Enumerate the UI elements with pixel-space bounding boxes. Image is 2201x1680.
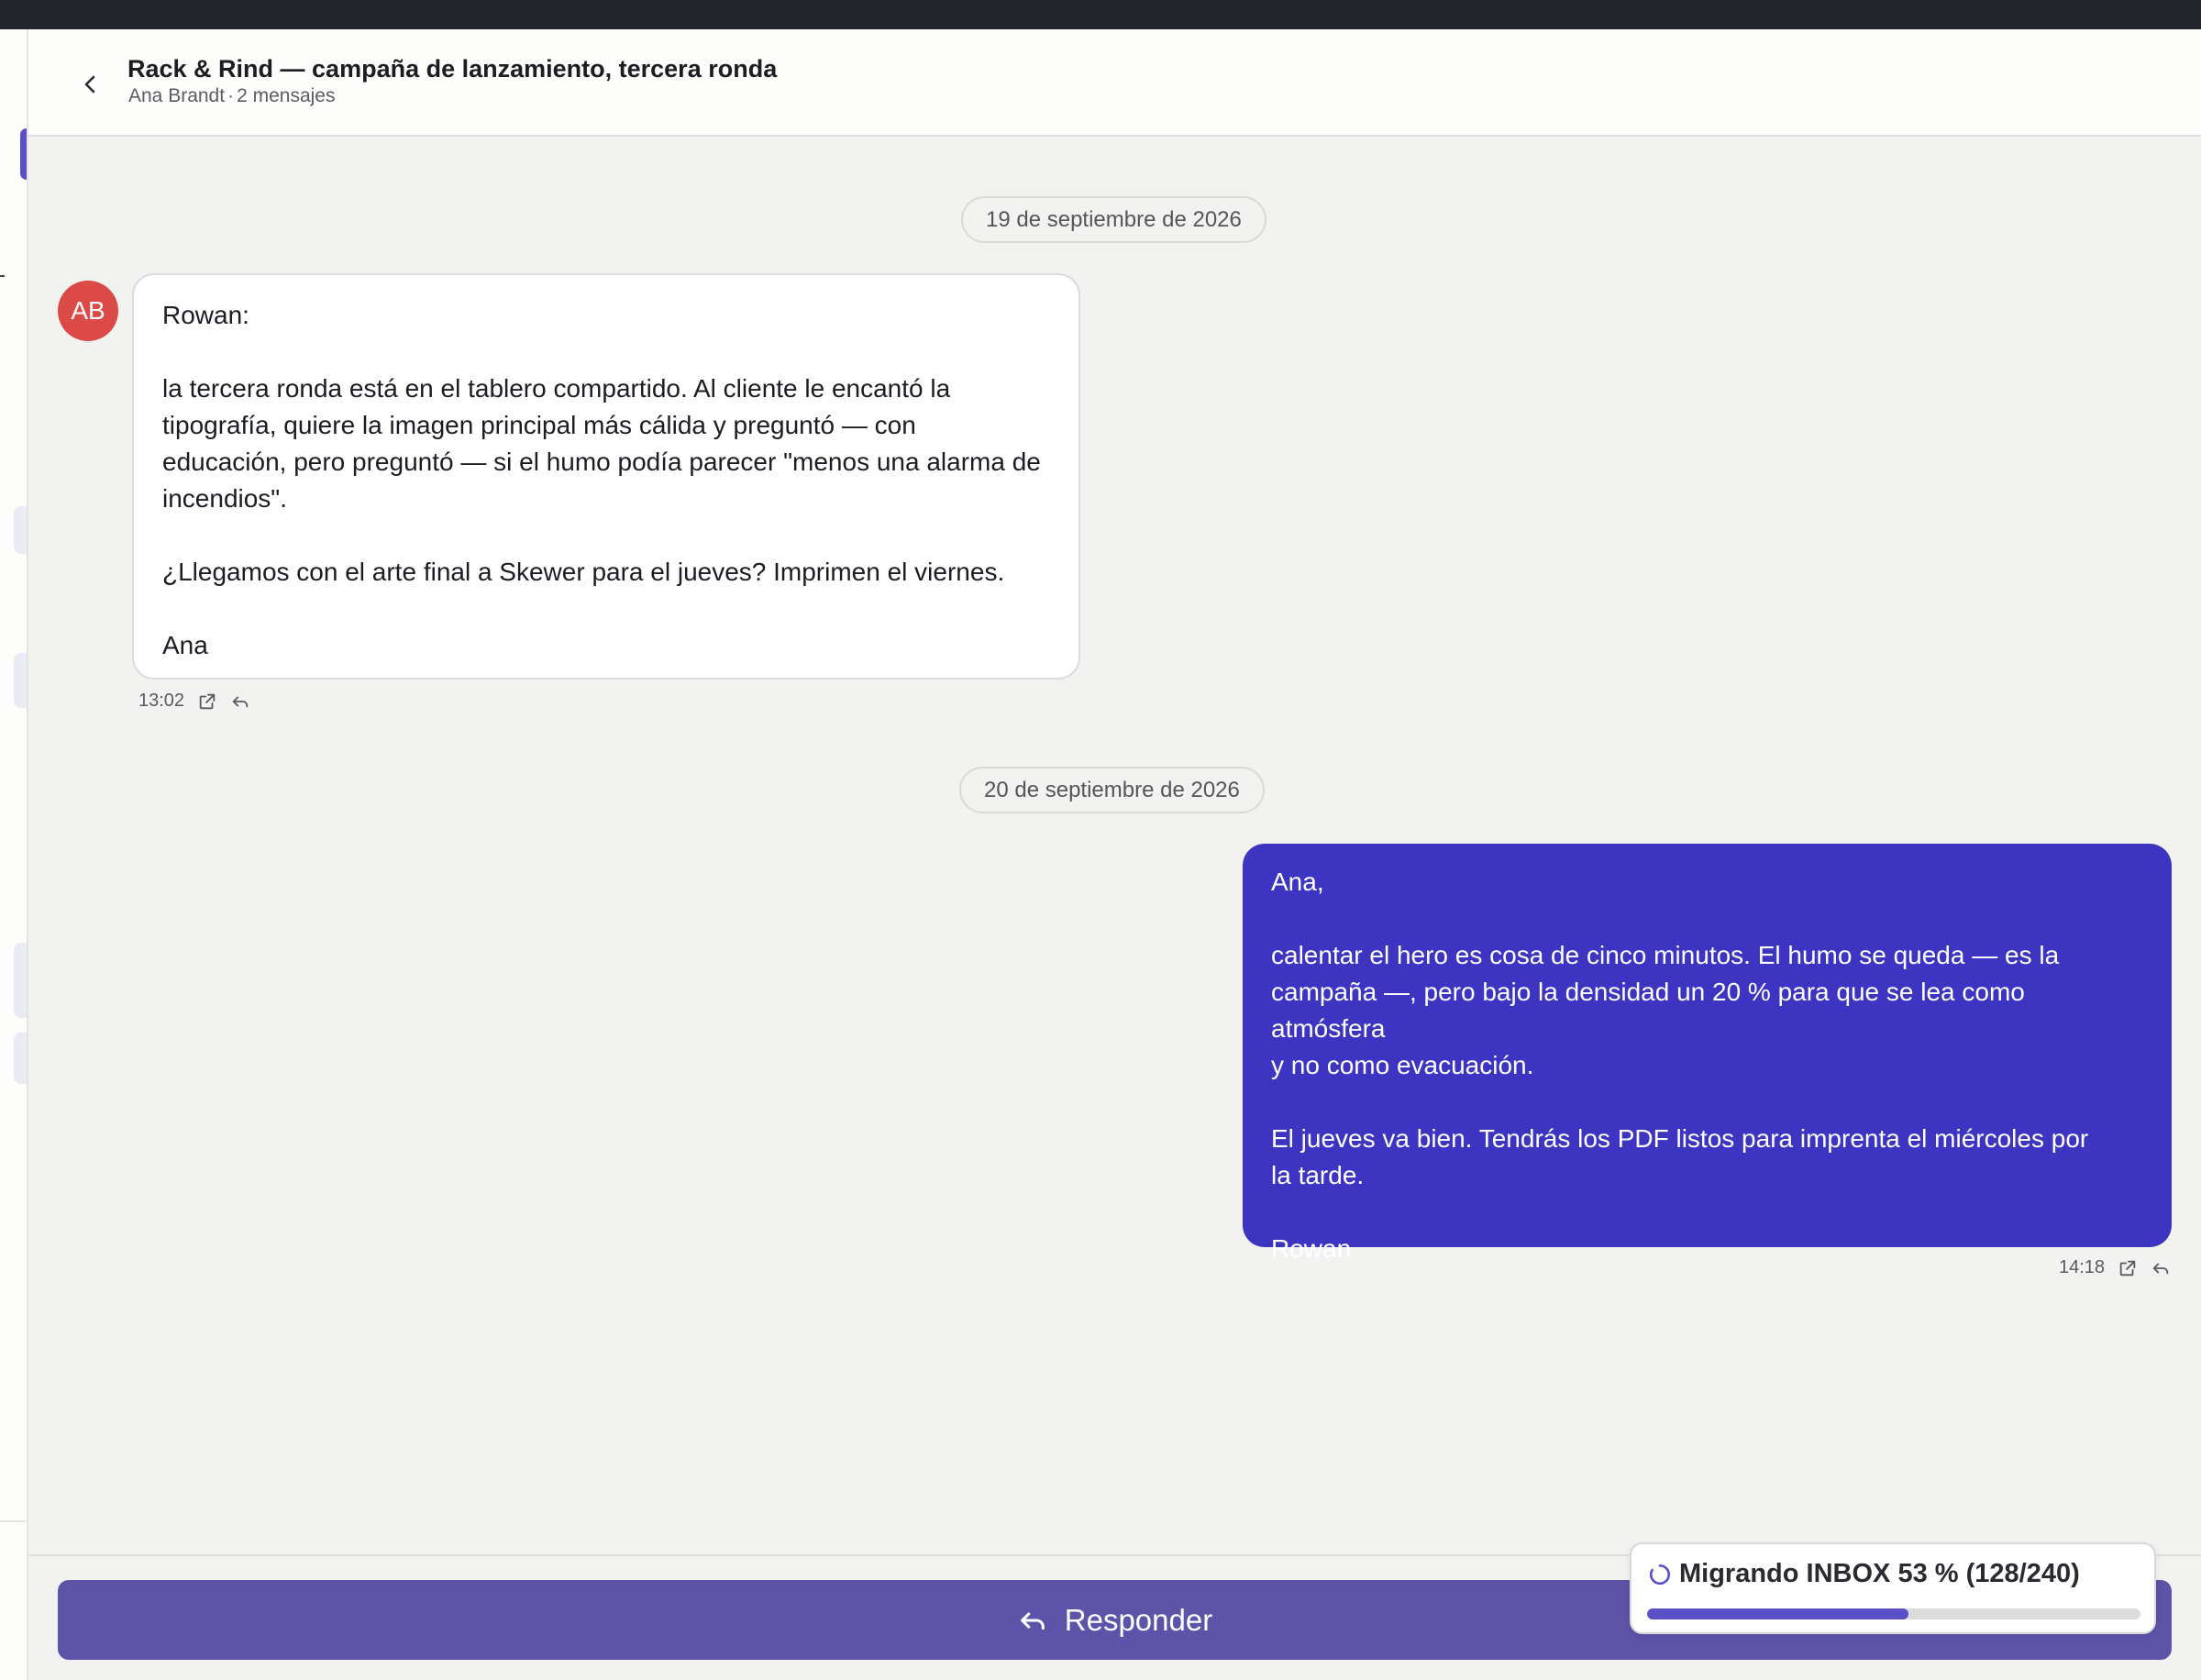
sidebar-item[interactable]	[14, 943, 27, 1018]
thread-title: Rack & Rind — campaña de lanzamiento, te…	[127, 55, 778, 83]
thread-sender: Ana Brandt	[128, 85, 226, 106]
message-line: tipografía, quiere la imagen principal m…	[162, 411, 916, 439]
message-line: Ana	[162, 631, 208, 659]
sidebar-item[interactable]	[14, 653, 27, 708]
message-meta-incoming: 13:02	[138, 691, 250, 712]
message-meta-outgoing: 14:18	[2059, 1257, 2171, 1278]
reply-button-label: Responder	[1064, 1602, 1213, 1637]
message-line: Ana,	[1271, 868, 1324, 896]
message-line: Rowan:	[162, 301, 249, 329]
migration-progress-fill	[1647, 1608, 1909, 1619]
migration-status: Migrando INBOX 53 % (128/240)	[1648, 1559, 2080, 1589]
message-line	[1271, 1194, 2143, 1231]
message-line: El jueves va bien. Tendrás los PDF listo…	[1271, 1124, 2089, 1153]
sidebar-active-indicator[interactable]	[20, 128, 27, 180]
message-line: Rowan	[1271, 1234, 1352, 1263]
migration-label: Migrando INBOX 53 % (128/240)	[1679, 1559, 2080, 1588]
sidebar-divider	[0, 1520, 27, 1522]
thread-header: Rack & Rind — campaña de lanzamiento, te…	[28, 29, 2201, 137]
external-link-icon[interactable]	[197, 691, 217, 712]
message-line: calentar el hero es cosa de cinco minuto…	[1271, 941, 2060, 969]
sidebar-tick	[0, 275, 5, 277]
reply-arrow-icon	[1020, 1611, 1045, 1630]
message-line	[162, 517, 1050, 554]
message-line: y no como evacuación.	[1271, 1051, 1534, 1079]
message-line	[162, 334, 1050, 370]
sidebar-item[interactable]	[14, 506, 27, 554]
message-line: la tercera ronda está en el tablero comp…	[162, 374, 951, 403]
message-line: la tarde.	[1271, 1161, 1365, 1189]
thread-subtitle: Ana Brandt · 2 mensajes	[128, 85, 335, 107]
message-bubble-incoming: Rowan: la tercera ronda está en el table…	[132, 273, 1080, 680]
message-line: incendios".	[162, 484, 288, 513]
message-line	[162, 591, 1050, 627]
reply-arrow-icon[interactable]	[2151, 1258, 2171, 1278]
message-line	[1271, 1084, 2143, 1121]
message-line: educación, pero preguntó — si el humo po…	[162, 448, 1041, 476]
sidebar-item[interactable]	[14, 1033, 27, 1084]
avatar: AB	[58, 281, 118, 341]
back-button[interactable]	[69, 62, 113, 106]
message-time: 13:02	[138, 691, 185, 711]
meta-separator: ·	[227, 85, 235, 106]
message-bubble-outgoing: Ana, calentar el hero es cosa de cinco m…	[1243, 844, 2172, 1263]
message-line: campaña —, pero bajo la densidad un 20 %…	[1271, 978, 2025, 1043]
message-time: 14:18	[2059, 1257, 2106, 1277]
external-link-icon[interactable]	[2118, 1258, 2138, 1278]
chevron-left-icon	[84, 75, 95, 94]
date-separator: 20 de septiembre de 2026	[959, 767, 1265, 813]
spinner-icon	[1649, 1564, 1671, 1585]
date-separator: 19 de septiembre de 2026	[961, 196, 1266, 243]
thread-message-count: 2 mensajes	[237, 85, 336, 106]
window-top-bar	[0, 0, 2201, 29]
migration-progress-toast: Migrando INBOX 53 % (128/240)	[1630, 1542, 2156, 1634]
migration-progress-bar	[1647, 1608, 2140, 1619]
message-line	[1271, 901, 2143, 937]
message-line: ¿Llegamos con el arte final a Skewer par…	[162, 558, 1005, 586]
sidebar-collapsed	[0, 29, 28, 1680]
reply-arrow-icon[interactable]	[230, 691, 250, 712]
